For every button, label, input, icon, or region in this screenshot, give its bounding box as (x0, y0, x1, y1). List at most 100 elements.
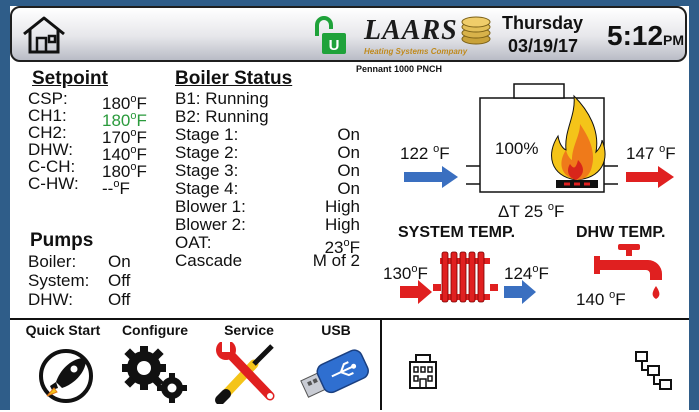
nav-label-usb: USB (321, 322, 351, 338)
nav-service[interactable]: Service (206, 322, 292, 410)
dhw-temp-value: 140 (576, 290, 605, 309)
unit-label: F (439, 144, 450, 163)
boiler-line: B2: Running (175, 107, 269, 126)
svg-text:U: U (329, 37, 340, 54)
header-bar: U LAARS Heating Systems Company Thursday… (10, 6, 687, 62)
outlet-temp-value: 147 (626, 144, 655, 163)
setpoint-number: -- (102, 179, 114, 198)
system-diagram (400, 251, 536, 304)
network-icon[interactable] (634, 350, 674, 392)
time-ampm: PM (663, 32, 685, 48)
setpoint-row: CSP: 180oF (28, 90, 168, 113)
pump-value: Off (108, 290, 131, 309)
setpoint-row: C-CH: 180oF (28, 158, 168, 181)
setpoint-title: Setpoint (32, 68, 108, 89)
boiler-status-value: High (325, 198, 360, 216)
nav-configure[interactable]: Configure (112, 322, 198, 410)
inlet-arrow (404, 166, 458, 188)
boiler-status-label: Stage 3: (175, 161, 239, 180)
boiler-status-number: High (325, 197, 360, 216)
brand-tagline: Heating Systems Company (364, 47, 468, 56)
unit-label: F (665, 144, 676, 163)
boiler-status-row: Blower 2: High (175, 216, 360, 234)
setpoint-row: CH2: 170oF (28, 124, 168, 147)
boiler-status-list: B1: Running B2: Running Stage 1: On Stage 2:… (175, 90, 360, 270)
setpoint-row: C-HW: --oF (28, 174, 168, 198)
pump-label: DHW: (28, 290, 74, 309)
pump-label: System: (28, 271, 90, 290)
rocket-icon (39, 349, 93, 403)
nav-quick-start[interactable]: Quick Start (20, 322, 106, 410)
pumps-list: Boiler: On System: Off DHW: Off (28, 253, 158, 310)
boiler-status-value: On (337, 162, 360, 180)
boiler-status-label: Cascade (175, 251, 243, 270)
nav-label-quick-start: Quick Start (25, 322, 101, 338)
nav-usb[interactable]: USB (296, 322, 376, 410)
day-label: Thursday (502, 13, 584, 33)
boiler-status-value: On (337, 180, 360, 198)
setpoint-row: DHW: 140oF (28, 141, 168, 164)
outlet-arrow (626, 166, 674, 188)
boiler-status-number: On (337, 179, 360, 198)
outlet-temp: 147 oF (626, 140, 676, 163)
boiler-status-row: Stage 4: On (175, 180, 360, 198)
pump-value: Off (108, 271, 131, 290)
boiler-status-value: M of 2 (313, 252, 360, 270)
time-value: 5:12 (607, 20, 664, 51)
inlet-temp: 122 oF (400, 140, 450, 163)
boiler-status-number: On (337, 143, 360, 162)
delta-t-value: ΔT 25 (498, 202, 544, 221)
usb-drive-icon (300, 349, 369, 398)
date-label: 03/19/17 (508, 36, 579, 56)
boiler-line: B1: Running (175, 89, 269, 108)
boiler-status-label: Stage 1: (175, 125, 239, 144)
building-icon[interactable] (408, 352, 438, 390)
pump-label: Boiler: (28, 252, 77, 271)
gears-icon (122, 346, 187, 403)
inlet-temp-value: 122 (400, 144, 429, 163)
boiler-status-title: Boiler Status (175, 68, 293, 89)
dhw-temp: 140 oF (576, 286, 626, 309)
setpoint-label: C-HW: (28, 174, 79, 193)
boiler-status-number: On (337, 161, 360, 180)
system-out-arrow (504, 280, 536, 304)
firing-rate: 100% (495, 139, 539, 158)
coins-icon (461, 16, 491, 45)
unit-label: F (615, 290, 626, 309)
boiler-status-value: On (337, 144, 360, 162)
nav-label-service: Service (224, 322, 274, 338)
tools-icon (215, 340, 275, 405)
setpoint-list: CSP: 180oF CH1: 180oF CH2: 170oF DHW: 140oF C-CH… (28, 90, 168, 198)
boiler-status-row: Stage 1: On (175, 126, 360, 144)
boiler-status-label: OAT: (175, 233, 212, 252)
unlock-icon: U (315, 16, 346, 54)
home-button[interactable] (20, 14, 68, 56)
clock: 5:12PM (607, 20, 684, 52)
laars-logo: LAARS Heating Systems Company (362, 13, 492, 57)
pump-row: DHW: Off (28, 291, 158, 310)
radiator-icon (433, 251, 498, 303)
lock-button[interactable]: U (312, 14, 348, 56)
dhw-temp-title: DHW TEMP. (576, 224, 666, 241)
boiler-flue (513, 83, 565, 99)
boiler-status-number: On (337, 125, 360, 144)
boiler-status-row: Stage 2: On (175, 144, 360, 162)
display-panel: U LAARS Heating Systems Company Thursday… (10, 6, 689, 410)
boiler-status-number: High (325, 215, 360, 234)
pump-row: Boiler: On (28, 253, 158, 272)
boiler-status-label: Stage 2: (175, 143, 239, 162)
pumps-title: Pumps (30, 230, 94, 251)
boiler-status-label: Stage 4: (175, 179, 239, 198)
home-icon (23, 16, 65, 54)
model-label: Pennant 1000 PNCH (356, 64, 443, 74)
pump-value: On (108, 252, 131, 271)
boiler-status-row: Blower 1: High (175, 198, 360, 216)
boiler-status-row: Cascade M of 2 (175, 252, 360, 270)
system-in-arrow (400, 280, 432, 304)
pump-row: System: Off (28, 272, 158, 291)
delta-t: ΔT 25 oF (498, 198, 564, 221)
boiler-status-label: Blower 1: (175, 197, 246, 216)
setpoint-row: CH1: 180oF (28, 107, 168, 130)
setpoint-value: --oF (102, 175, 130, 198)
system-temp-title: SYSTEM TEMP. (398, 224, 516, 241)
